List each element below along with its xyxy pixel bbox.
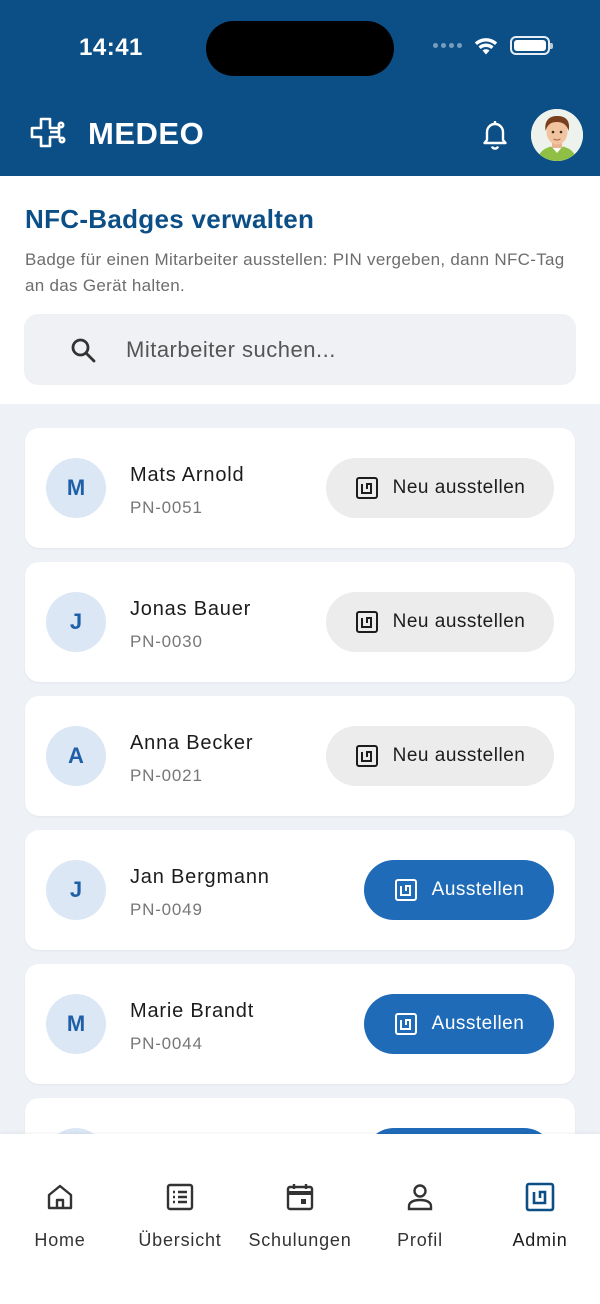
status-icons — [433, 36, 553, 55]
person-icon — [407, 1184, 433, 1211]
reissue-badge-button[interactable]: Neu ausstellen — [326, 592, 554, 652]
search-bar[interactable] — [24, 314, 576, 385]
nav-item-admin[interactable]: Admin — [480, 1154, 600, 1250]
nfc-icon — [394, 879, 417, 901]
employee-number: PN-0021 — [130, 766, 203, 785]
page-description: Badge für einen Mitarbeiter ausstellen: … — [25, 250, 565, 295]
page-header-section: NFC-Badges verwalten Badge für einen Mit… — [0, 176, 600, 404]
nfc-icon — [355, 745, 378, 767]
app-brand-title: MEDEO — [88, 116, 205, 151]
employee-name: Jan Bergmann — [130, 866, 270, 888]
employee-card: M Mats Arnold PN-0051 Neu ausstellen — [25, 428, 575, 548]
bell-icon[interactable] — [481, 118, 509, 150]
nav-label: Übersicht — [138, 1230, 222, 1250]
app-header: 14:41 MEDEO — [0, 0, 600, 176]
search-icon — [71, 338, 96, 363]
button-label: Neu ausstellen — [392, 745, 526, 766]
employee-number: PN-0051 — [130, 498, 203, 517]
nfc-icon — [355, 477, 378, 499]
employee-name: Mats Arnold — [130, 464, 245, 486]
employee-initial-avatar: J — [46, 860, 106, 920]
nav-label: Admin — [512, 1230, 568, 1250]
employee-card: M Marie Brandt PN-0044 Ausstellen — [25, 964, 575, 1084]
button-label: Ausstellen — [431, 879, 525, 900]
employee-card: A Anna Becker PN-0021 Neu ausstellen — [25, 696, 575, 816]
employee-initial-avatar: M — [46, 994, 106, 1054]
nav-item-home[interactable]: Home — [0, 1154, 120, 1250]
nav-item-profil[interactable]: Profil — [360, 1154, 480, 1250]
button-label: Ausstellen — [431, 1013, 525, 1034]
list-icon — [166, 1183, 194, 1211]
employee-initial-avatar: J — [46, 592, 106, 652]
home-icon — [47, 1184, 73, 1210]
nav-item-schulungen[interactable]: Schulungen — [240, 1154, 360, 1250]
button-label: Neu ausstellen — [392, 477, 526, 498]
employee-card: J Jan Bergmann PN-0049 Ausstellen — [25, 830, 575, 950]
reissue-badge-button[interactable]: Neu ausstellen — [326, 726, 554, 786]
employee-card-partial — [25, 1098, 575, 1134]
cellular-signal-icon — [433, 43, 462, 48]
nav-label: Home — [34, 1230, 86, 1250]
calendar-icon — [286, 1184, 314, 1211]
nav-label: Profil — [397, 1230, 443, 1250]
employee-initial-avatar: A — [46, 726, 106, 786]
issue-badge-button[interactable]: Ausstellen — [364, 860, 554, 920]
employee-list[interactable]: M Mats Arnold PN-0051 Neu ausstellen J J… — [0, 404, 600, 1134]
nav-item-uebersicht[interactable]: Übersicht — [120, 1154, 240, 1250]
employee-initial-avatar: M — [46, 458, 106, 518]
button-label: Neu ausstellen — [392, 611, 526, 632]
search-input[interactable] — [126, 332, 546, 368]
battery-icon — [510, 36, 553, 55]
employee-card: J Jonas Bauer PN-0030 Neu ausstellen — [25, 562, 575, 682]
employee-name: Jonas Bauer — [130, 598, 252, 620]
employee-number: PN-0030 — [130, 632, 203, 651]
wifi-icon — [474, 37, 498, 54]
nfc-icon — [355, 611, 378, 633]
employee-number: PN-0049 — [130, 900, 203, 919]
status-time: 14:41 — [79, 34, 143, 61]
nav-label: Schulungen — [248, 1230, 352, 1250]
medeo-logo-icon — [30, 117, 66, 148]
bottom-navigation: Home Übersicht Schulungen Profil Admin — [0, 1134, 600, 1304]
nfc-icon — [525, 1182, 555, 1212]
nfc-icon — [394, 1013, 417, 1035]
page-title: NFC-Badges verwalten — [25, 204, 315, 234]
employee-name: Anna Becker — [130, 732, 254, 754]
employee-number: PN-0044 — [130, 1034, 203, 1053]
issue-badge-button[interactable]: Ausstellen — [364, 994, 554, 1054]
dynamic-island — [206, 21, 394, 76]
user-avatar[interactable] — [531, 109, 583, 161]
employee-name: Marie Brandt — [130, 1000, 255, 1022]
reissue-badge-button[interactable]: Neu ausstellen — [326, 458, 554, 518]
